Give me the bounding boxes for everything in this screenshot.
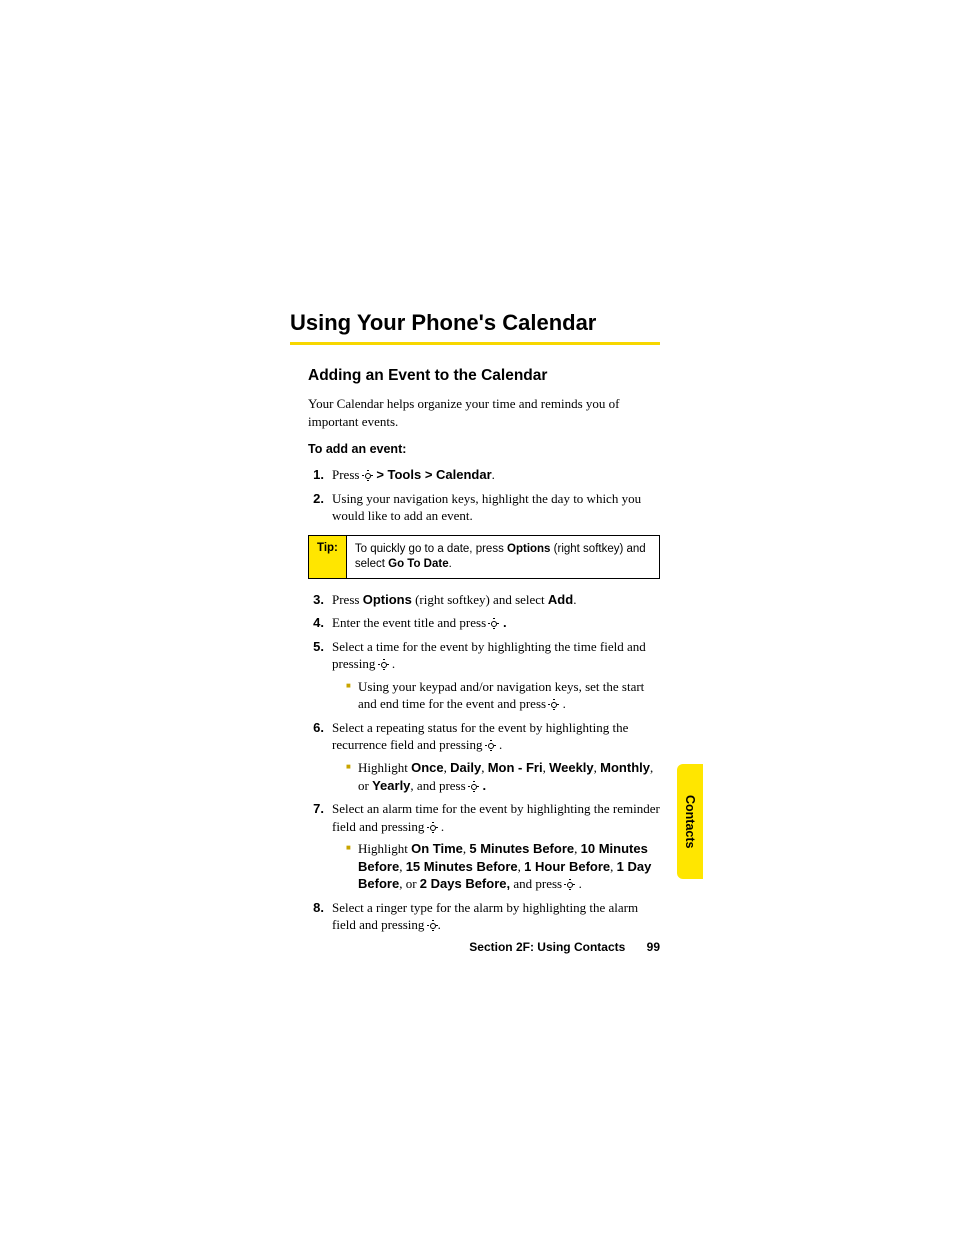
step-body: Select a ringer type for the alarm by hi… <box>332 899 660 934</box>
nav-key-icon <box>489 619 499 629</box>
nav-key-icon <box>363 471 373 481</box>
bullet-icon: ■ <box>346 678 358 713</box>
step-text: . <box>492 467 495 482</box>
step-7: 7. Select an alarm time for the event by… <box>308 800 660 893</box>
step-text: Enter the event title and press <box>332 615 489 630</box>
step-text: Press <box>332 467 363 482</box>
bullet-icon: ■ <box>346 840 358 893</box>
step-bold: 5 Minutes Before <box>469 841 574 856</box>
step-body: Select a repeating status for the event … <box>332 719 660 794</box>
step-number: 8. <box>308 899 332 934</box>
step-text: Using your keypad and/or navigation keys… <box>358 679 644 712</box>
nav-key-icon <box>428 921 438 931</box>
nav-key-icon <box>549 700 559 710</box>
step-3: 3. Press Options (right softkey) and sel… <box>308 591 660 609</box>
intro-text: Your Calendar helps organize your time a… <box>308 395 660 430</box>
tip-box: Tip: To quickly go to a date, press Opti… <box>308 535 660 579</box>
step-text: . <box>496 737 503 752</box>
step-bold: > Tools > Calendar <box>373 467 492 482</box>
nav-key-icon <box>486 741 496 751</box>
sub-text: Using your keypad and/or navigation keys… <box>358 678 660 713</box>
step-bold: Daily <box>450 760 481 775</box>
step-5: 5. Select a time for the event by highli… <box>308 638 660 713</box>
step-bold: Once <box>411 760 444 775</box>
step-4: 4. Enter the event title and press . <box>308 614 660 632</box>
sub-bullet: ■ Highlight Once, Daily, Mon - Fri, Week… <box>346 759 660 794</box>
step-bold: 1 Hour Before <box>524 859 610 874</box>
step-text: Press <box>332 592 363 607</box>
step-bold: On Time <box>411 841 463 856</box>
footer-page-number: 99 <box>647 940 660 954</box>
step-number: 7. <box>308 800 332 893</box>
page-heading: Using Your Phone's Calendar <box>290 310 660 336</box>
tip-text-part: . <box>449 558 452 570</box>
step-text: Select a repeating status for the event … <box>332 720 628 753</box>
step-bold: 15 Minutes Before <box>406 859 518 874</box>
step-text: , and press <box>410 778 469 793</box>
tip-text: To quickly go to a date, press Options (… <box>347 536 659 578</box>
step-number: 6. <box>308 719 332 794</box>
step-number: 5. <box>308 638 332 713</box>
step-2: 2. Using your navigation keys, highlight… <box>308 490 660 525</box>
heading-rule <box>290 342 660 345</box>
step-text: . <box>575 876 582 891</box>
page-content: Using Your Phone's Calendar Adding an Ev… <box>290 310 660 940</box>
step-number: 3. <box>308 591 332 609</box>
steps-list-cont: 3. Press Options (right softkey) and sel… <box>308 591 660 934</box>
step-bold: Mon - Fri <box>488 760 543 775</box>
step-text: Highlight <box>358 841 411 856</box>
nav-key-icon <box>469 782 479 792</box>
step-text: . <box>499 615 506 630</box>
procedure-lead: To add an event: <box>308 442 660 456</box>
step-number: 4. <box>308 614 332 632</box>
tip-text-part: To quickly go to a date, press <box>355 543 507 555</box>
step-6: 6. Select a repeating status for the eve… <box>308 719 660 794</box>
step-text: . <box>389 656 396 671</box>
nav-key-icon <box>428 823 438 833</box>
step-text: Select a ringer type for the alarm by hi… <box>332 900 638 933</box>
footer-section: Section 2F: Using Contacts <box>469 940 625 954</box>
bullet-icon: ■ <box>346 759 358 794</box>
step-body: Select a time for the event by highlight… <box>332 638 660 713</box>
step-bold: Add <box>548 592 573 607</box>
side-tab-label: Contacts <box>683 795 697 848</box>
step-text: Highlight <box>358 760 411 775</box>
step-text: . <box>559 696 566 711</box>
step-1: 1. Press > Tools > Calendar. <box>308 466 660 484</box>
sub-bullet: ■ Using your keypad and/or navigation ke… <box>346 678 660 713</box>
step-bold: Monthly <box>600 760 650 775</box>
page-footer: Section 2F: Using Contacts 99 <box>290 940 660 954</box>
nav-key-icon <box>379 660 389 670</box>
side-tab: Contacts <box>677 764 703 879</box>
step-bold: Weekly <box>549 760 594 775</box>
step-text: Select an alarm time for the event by hi… <box>332 801 660 834</box>
nav-key-icon <box>565 880 575 890</box>
step-body: Press Options (right softkey) and select… <box>332 591 660 609</box>
step-body: Using your navigation keys, highlight th… <box>332 490 660 525</box>
step-text: (right softkey) and select <box>412 592 548 607</box>
sub-text: Highlight Once, Daily, Mon - Fri, Weekly… <box>358 759 660 794</box>
tip-label: Tip: <box>309 536 347 578</box>
tip-bold: Options <box>507 543 550 555</box>
step-text: . <box>573 592 576 607</box>
step-body: Enter the event title and press . <box>332 614 660 632</box>
sub-bullet: ■ Highlight On Time, 5 Minutes Before, 1… <box>346 840 660 893</box>
step-text: , or <box>399 876 420 891</box>
tip-bold: Go To Date <box>388 558 448 570</box>
step-text: . <box>438 917 441 932</box>
step-body: Select an alarm time for the event by hi… <box>332 800 660 893</box>
step-text: and press <box>510 876 565 891</box>
step-8: 8. Select a ringer type for the alarm by… <box>308 899 660 934</box>
step-bold: Options <box>363 592 412 607</box>
step-bold: 2 Days Before, <box>420 876 510 891</box>
step-text: . <box>438 819 445 834</box>
sub-text: Highlight On Time, 5 Minutes Before, 10 … <box>358 840 660 893</box>
step-text: . <box>479 778 486 793</box>
steps-list: 1. Press > Tools > Calendar. 2. Using yo… <box>308 466 660 525</box>
step-number: 1. <box>308 466 332 484</box>
step-number: 2. <box>308 490 332 525</box>
step-bold: Yearly <box>372 778 410 793</box>
subheading: Adding an Event to the Calendar <box>308 367 660 385</box>
step-body: Press > Tools > Calendar. <box>332 466 660 484</box>
